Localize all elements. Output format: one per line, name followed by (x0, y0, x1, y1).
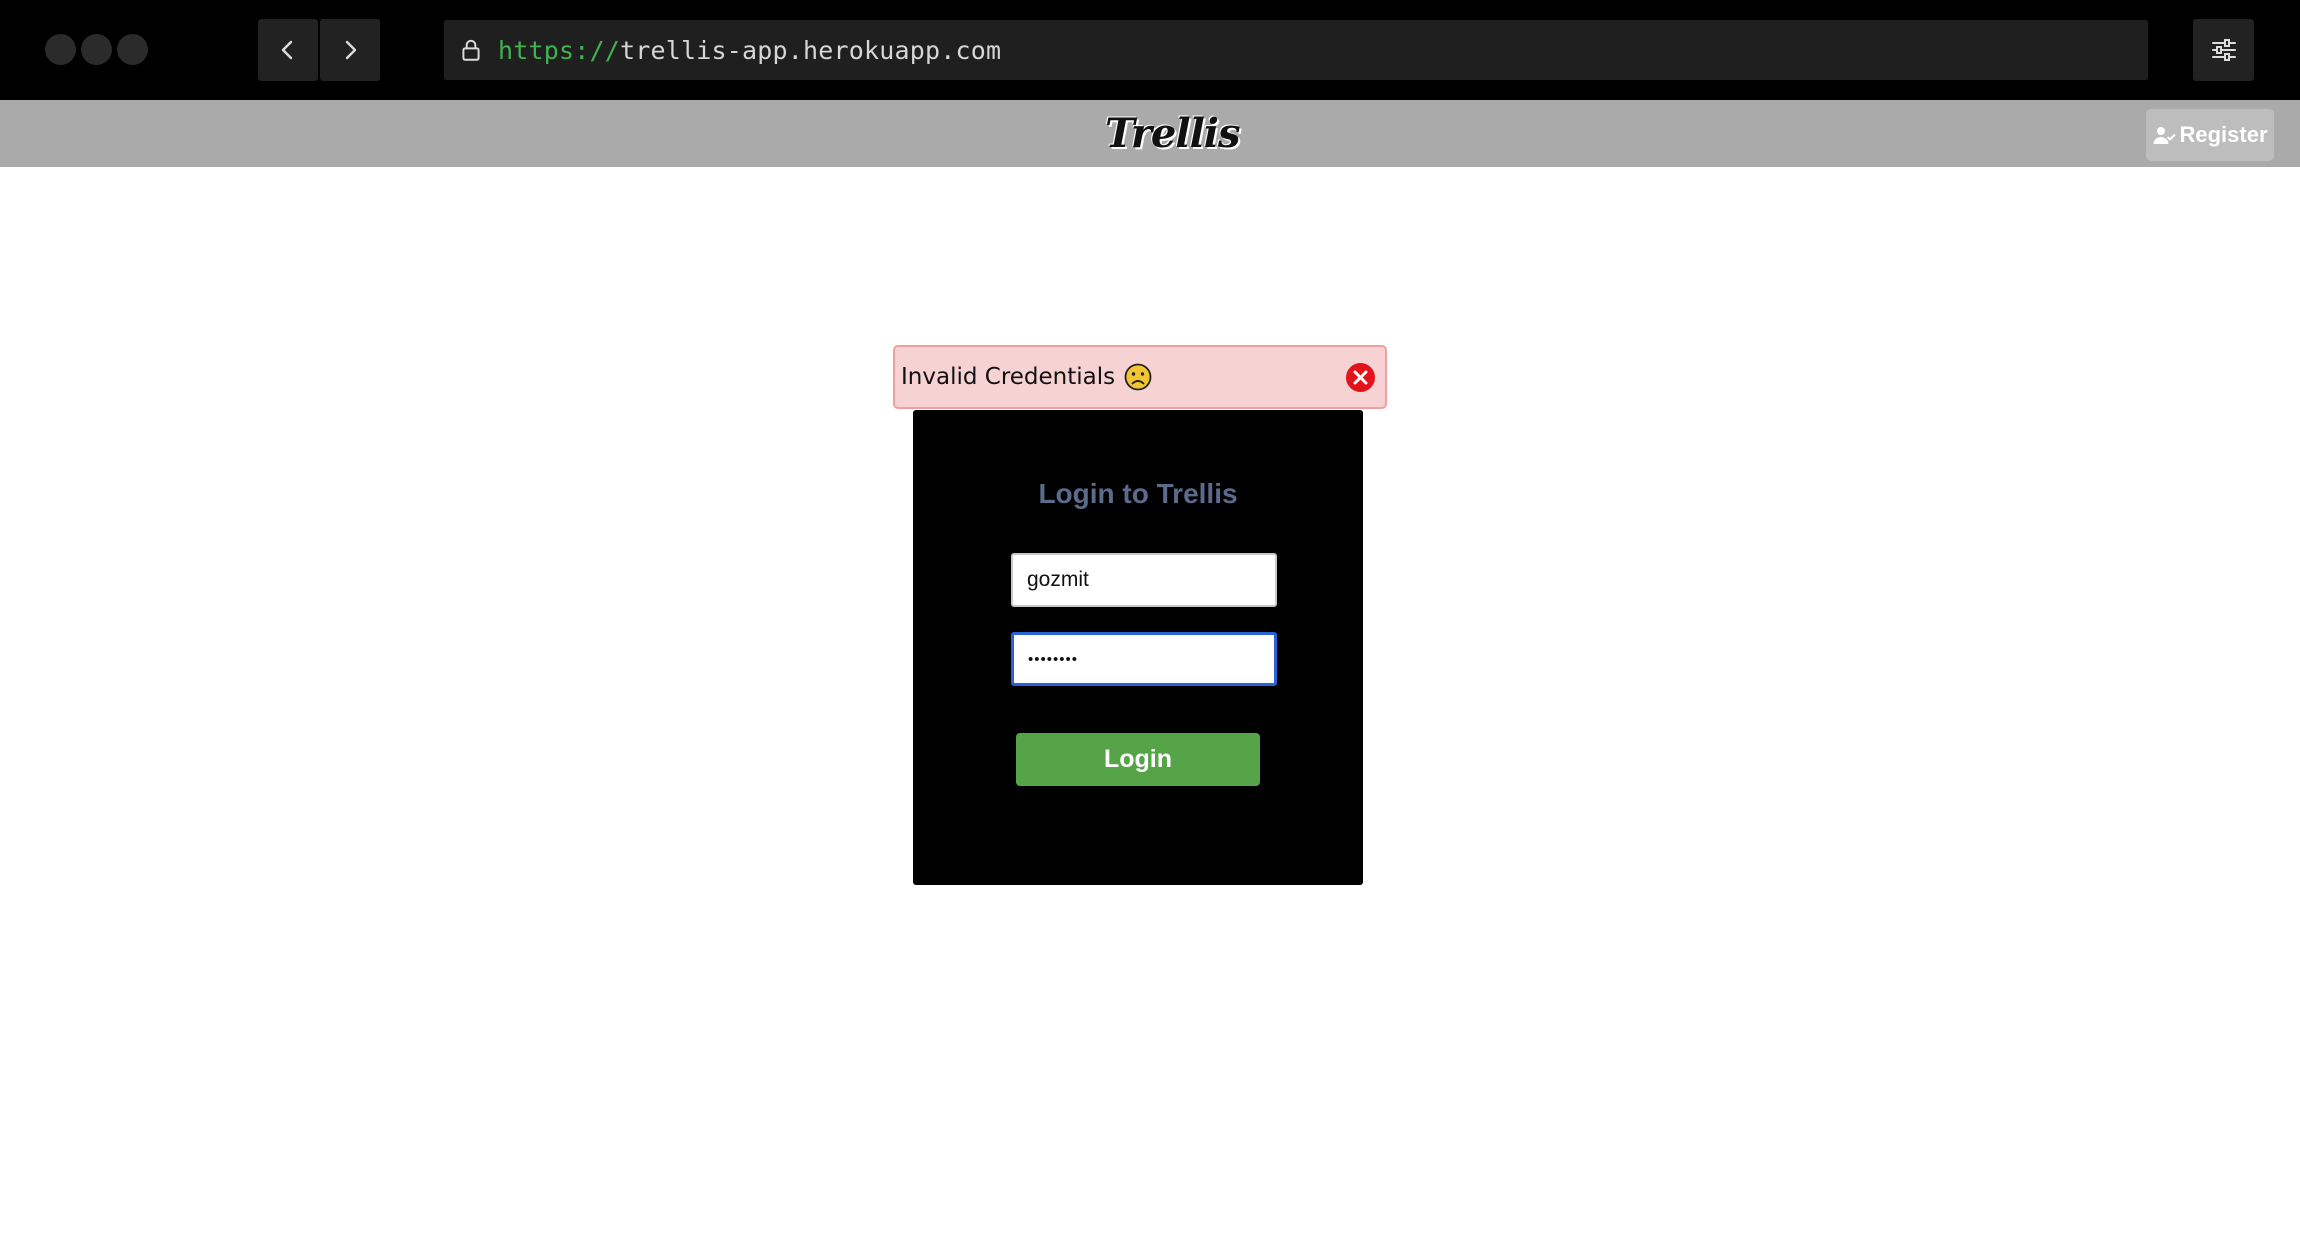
url-scheme: https:// (498, 35, 621, 65)
alert-message: Invalid Credentials (901, 364, 1116, 390)
chevron-right-icon (345, 40, 357, 60)
forward-button[interactable] (320, 19, 380, 81)
login-button[interactable]: Login (1016, 733, 1260, 786)
sad-face-icon (1124, 363, 1152, 391)
username-input[interactable] (1011, 553, 1277, 607)
close-icon[interactable] (1345, 362, 1376, 393)
lock-icon (462, 39, 480, 61)
trellis-logo[interactable]: Trellis (1105, 110, 1240, 157)
register-label: Register (2179, 122, 2268, 147)
login-card: Login to Trellis Login (913, 410, 1363, 885)
browser-toolbar: https://trellis-app.herokuapp.com (0, 0, 2300, 100)
app-header: Trellis Register (0, 100, 2300, 167)
login-title: Login to Trellis (1038, 478, 1238, 509)
password-input[interactable] (1011, 632, 1277, 686)
user-check-icon (2153, 127, 2177, 144)
window-maximize-dot[interactable] (117, 34, 148, 65)
window-close-dot[interactable] (45, 34, 76, 65)
url-host: trellis-app.herokuapp.com (620, 35, 1002, 65)
sliders-icon (2211, 39, 2236, 61)
url-text: https://trellis-app.herokuapp.com (498, 36, 1001, 65)
back-button[interactable] (258, 19, 318, 81)
window-minimize-dot[interactable] (81, 34, 112, 65)
settings-button[interactable] (2193, 19, 2254, 81)
error-alert: Invalid Credentials (893, 345, 1387, 409)
address-bar[interactable]: https://trellis-app.herokuapp.com (444, 20, 2148, 80)
chevron-left-icon (281, 40, 293, 60)
register-button[interactable]: Register (2146, 109, 2274, 161)
